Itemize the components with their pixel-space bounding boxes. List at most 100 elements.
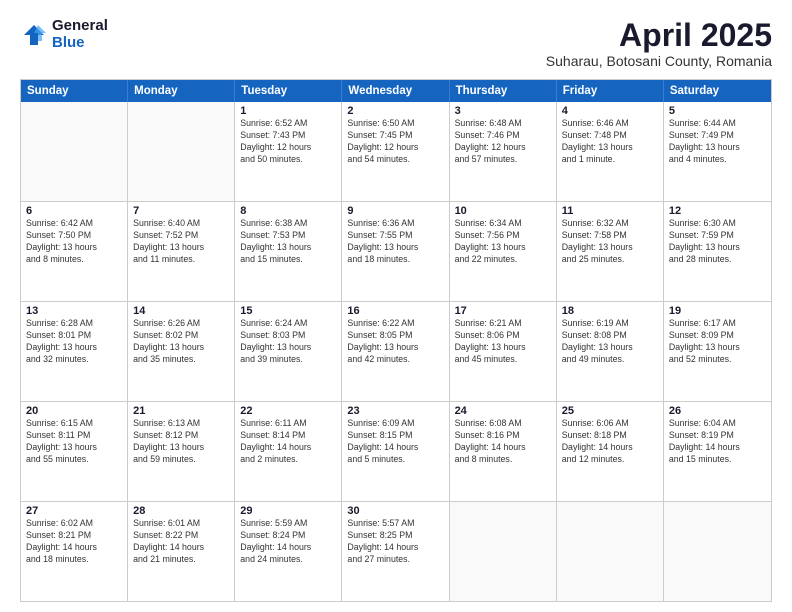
calendar-header: Sunday Monday Tuesday Wednesday Thursday… [21,80,771,102]
cal-cell-4-3: 30Sunrise: 5:57 AM Sunset: 8:25 PM Dayli… [342,502,449,601]
cal-cell-3-5: 25Sunrise: 6:06 AM Sunset: 8:18 PM Dayli… [557,402,664,501]
cal-cell-1-0: 6Sunrise: 6:42 AM Sunset: 7:50 PM Daylig… [21,202,128,301]
day-num-24: 24 [455,405,551,417]
cal-cell-2-4: 17Sunrise: 6:21 AM Sunset: 8:06 PM Dayli… [450,302,557,401]
cal-cell-3-3: 23Sunrise: 6:09 AM Sunset: 8:15 PM Dayli… [342,402,449,501]
page-title: April 2025 [546,18,772,53]
cell-text-6: Sunrise: 6:42 AM Sunset: 7:50 PM Dayligh… [26,218,122,266]
cal-cell-4-5 [557,502,664,601]
cell-text-20: Sunrise: 6:15 AM Sunset: 8:11 PM Dayligh… [26,418,122,466]
cell-text-11: Sunrise: 6:32 AM Sunset: 7:58 PM Dayligh… [562,218,658,266]
day-num-22: 22 [240,405,336,417]
day-num-6: 6 [26,205,122,217]
cell-text-2: Sunrise: 6:50 AM Sunset: 7:45 PM Dayligh… [347,118,443,166]
cal-cell-0-4: 3Sunrise: 6:48 AM Sunset: 7:46 PM Daylig… [450,102,557,201]
cal-cell-2-0: 13Sunrise: 6:28 AM Sunset: 8:01 PM Dayli… [21,302,128,401]
cal-cell-3-0: 20Sunrise: 6:15 AM Sunset: 8:11 PM Dayli… [21,402,128,501]
cell-text-17: Sunrise: 6:21 AM Sunset: 8:06 PM Dayligh… [455,318,551,366]
day-num-10: 10 [455,205,551,217]
logo: General Blue [20,18,108,51]
cell-text-18: Sunrise: 6:19 AM Sunset: 8:08 PM Dayligh… [562,318,658,366]
day-num-1: 1 [240,105,336,117]
cell-text-16: Sunrise: 6:22 AM Sunset: 8:05 PM Dayligh… [347,318,443,366]
calendar: Sunday Monday Tuesday Wednesday Thursday… [20,79,772,602]
day-num-17: 17 [455,305,551,317]
cal-cell-3-2: 22Sunrise: 6:11 AM Sunset: 8:14 PM Dayli… [235,402,342,501]
cal-cell-4-2: 29Sunrise: 5:59 AM Sunset: 8:24 PM Dayli… [235,502,342,601]
cal-cell-1-3: 9Sunrise: 6:36 AM Sunset: 7:55 PM Daylig… [342,202,449,301]
cell-text-23: Sunrise: 6:09 AM Sunset: 8:15 PM Dayligh… [347,418,443,466]
cell-text-10: Sunrise: 6:34 AM Sunset: 7:56 PM Dayligh… [455,218,551,266]
day-num-16: 16 [347,305,443,317]
header: General Blue April 2025 Suharau, Botosan… [20,18,772,69]
cal-cell-4-0: 27Sunrise: 6:02 AM Sunset: 8:21 PM Dayli… [21,502,128,601]
week-row-2: 6Sunrise: 6:42 AM Sunset: 7:50 PM Daylig… [21,201,771,301]
day-num-11: 11 [562,205,658,217]
cell-text-4: Sunrise: 6:46 AM Sunset: 7:48 PM Dayligh… [562,118,658,166]
day-num-19: 19 [669,305,766,317]
cell-text-26: Sunrise: 6:04 AM Sunset: 8:19 PM Dayligh… [669,418,766,466]
header-saturday: Saturday [664,80,771,102]
day-num-5: 5 [669,105,766,117]
cal-cell-2-1: 14Sunrise: 6:26 AM Sunset: 8:02 PM Dayli… [128,302,235,401]
cell-text-7: Sunrise: 6:40 AM Sunset: 7:52 PM Dayligh… [133,218,229,266]
cell-text-15: Sunrise: 6:24 AM Sunset: 8:03 PM Dayligh… [240,318,336,366]
cal-cell-0-2: 1Sunrise: 6:52 AM Sunset: 7:43 PM Daylig… [235,102,342,201]
week-row-4: 20Sunrise: 6:15 AM Sunset: 8:11 PM Dayli… [21,401,771,501]
day-num-7: 7 [133,205,229,217]
logo-general: General [52,18,108,35]
day-num-3: 3 [455,105,551,117]
calendar-body: 1Sunrise: 6:52 AM Sunset: 7:43 PM Daylig… [21,102,771,601]
cell-text-5: Sunrise: 6:44 AM Sunset: 7:49 PM Dayligh… [669,118,766,166]
week-row-3: 13Sunrise: 6:28 AM Sunset: 8:01 PM Dayli… [21,301,771,401]
header-sunday: Sunday [21,80,128,102]
cell-text-29: Sunrise: 5:59 AM Sunset: 8:24 PM Dayligh… [240,518,336,566]
cell-text-9: Sunrise: 6:36 AM Sunset: 7:55 PM Dayligh… [347,218,443,266]
day-num-30: 30 [347,505,443,517]
title-block: April 2025 Suharau, Botosani County, Rom… [546,18,772,69]
day-num-4: 4 [562,105,658,117]
cell-text-8: Sunrise: 6:38 AM Sunset: 7:53 PM Dayligh… [240,218,336,266]
cell-text-19: Sunrise: 6:17 AM Sunset: 8:09 PM Dayligh… [669,318,766,366]
cal-cell-3-4: 24Sunrise: 6:08 AM Sunset: 8:16 PM Dayli… [450,402,557,501]
cell-text-12: Sunrise: 6:30 AM Sunset: 7:59 PM Dayligh… [669,218,766,266]
cal-cell-0-5: 4Sunrise: 6:46 AM Sunset: 7:48 PM Daylig… [557,102,664,201]
cell-text-1: Sunrise: 6:52 AM Sunset: 7:43 PM Dayligh… [240,118,336,166]
cell-text-27: Sunrise: 6:02 AM Sunset: 8:21 PM Dayligh… [26,518,122,566]
day-num-21: 21 [133,405,229,417]
cal-cell-3-1: 21Sunrise: 6:13 AM Sunset: 8:12 PM Dayli… [128,402,235,501]
day-num-20: 20 [26,405,122,417]
cal-cell-1-2: 8Sunrise: 6:38 AM Sunset: 7:53 PM Daylig… [235,202,342,301]
cal-cell-4-1: 28Sunrise: 6:01 AM Sunset: 8:22 PM Dayli… [128,502,235,601]
cell-text-30: Sunrise: 5:57 AM Sunset: 8:25 PM Dayligh… [347,518,443,566]
cal-cell-1-4: 10Sunrise: 6:34 AM Sunset: 7:56 PM Dayli… [450,202,557,301]
cal-cell-1-6: 12Sunrise: 6:30 AM Sunset: 7:59 PM Dayli… [664,202,771,301]
day-num-13: 13 [26,305,122,317]
day-num-12: 12 [669,205,766,217]
day-num-8: 8 [240,205,336,217]
page: General Blue April 2025 Suharau, Botosan… [0,0,792,612]
header-wednesday: Wednesday [342,80,449,102]
cal-cell-4-4 [450,502,557,601]
cal-cell-0-3: 2Sunrise: 6:50 AM Sunset: 7:45 PM Daylig… [342,102,449,201]
day-num-9: 9 [347,205,443,217]
header-monday: Monday [128,80,235,102]
day-num-25: 25 [562,405,658,417]
day-num-23: 23 [347,405,443,417]
logo-icon [20,21,48,49]
header-thursday: Thursday [450,80,557,102]
day-num-27: 27 [26,505,122,517]
cell-text-13: Sunrise: 6:28 AM Sunset: 8:01 PM Dayligh… [26,318,122,366]
cell-text-28: Sunrise: 6:01 AM Sunset: 8:22 PM Dayligh… [133,518,229,566]
cell-text-25: Sunrise: 6:06 AM Sunset: 8:18 PM Dayligh… [562,418,658,466]
cell-text-24: Sunrise: 6:08 AM Sunset: 8:16 PM Dayligh… [455,418,551,466]
cell-text-3: Sunrise: 6:48 AM Sunset: 7:46 PM Dayligh… [455,118,551,166]
cal-cell-2-6: 19Sunrise: 6:17 AM Sunset: 8:09 PM Dayli… [664,302,771,401]
cal-cell-2-5: 18Sunrise: 6:19 AM Sunset: 8:08 PM Dayli… [557,302,664,401]
cal-cell-0-0 [21,102,128,201]
cal-cell-0-6: 5Sunrise: 6:44 AM Sunset: 7:49 PM Daylig… [664,102,771,201]
day-num-18: 18 [562,305,658,317]
page-subtitle: Suharau, Botosani County, Romania [546,53,772,69]
cell-text-21: Sunrise: 6:13 AM Sunset: 8:12 PM Dayligh… [133,418,229,466]
cal-cell-3-6: 26Sunrise: 6:04 AM Sunset: 8:19 PM Dayli… [664,402,771,501]
